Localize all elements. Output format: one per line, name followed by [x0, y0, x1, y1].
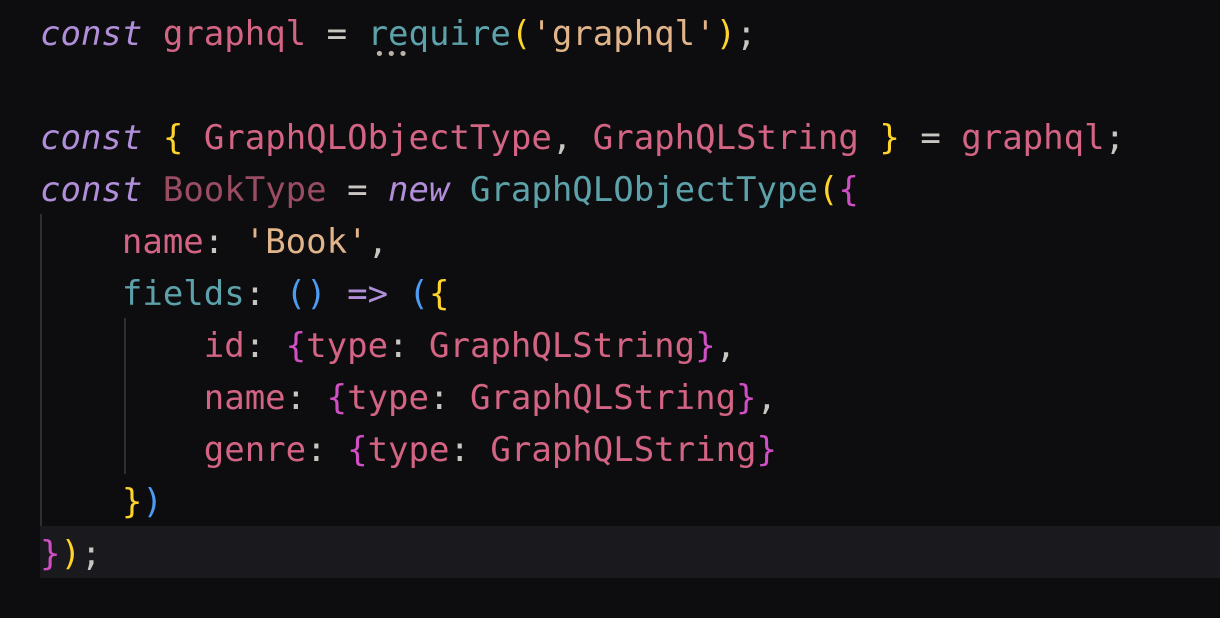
code-token: GraphQLString — [592, 118, 859, 158]
code-token: type — [306, 326, 389, 366]
code-token: ; — [80, 534, 102, 574]
code-token: graphql — [961, 118, 1105, 158]
code-token: } — [879, 118, 900, 158]
code-token: type — [347, 378, 429, 418]
code-token: = — [306, 14, 368, 54]
code-line-7[interactable]: id: {type: GraphQLString}, — [40, 320, 736, 372]
code-token: } — [736, 378, 757, 418]
code-token: { — [347, 430, 368, 470]
code-token: : — [244, 326, 286, 366]
code-token: fields — [121, 274, 245, 314]
code-line-4[interactable]: const BookType = new GraphQLObjectType({ — [40, 164, 859, 216]
code-token: : — [428, 378, 470, 418]
code-token: const — [40, 118, 143, 158]
code-editor[interactable]: const graphql = require('graphql'); const… — [0, 0, 1220, 618]
code-token: : — [449, 430, 491, 470]
code-token: type — [367, 430, 450, 470]
code-token: GraphQLString — [469, 378, 737, 418]
code-token: GraphQLString — [490, 430, 757, 470]
code-token: const — [40, 170, 143, 210]
code-token: : — [244, 274, 286, 314]
code-token: 'Book' — [244, 222, 368, 262]
code-token: new — [388, 170, 450, 210]
code-token: genre — [203, 430, 307, 470]
code-token: id — [203, 326, 245, 366]
code-token: GraphQLObjectType — [469, 170, 818, 210]
code-token: } — [40, 534, 61, 574]
code-hint-dots[interactable]: ••• — [374, 46, 410, 64]
code-token: : — [306, 430, 348, 470]
code-token: : — [203, 222, 245, 262]
code-token: () — [285, 274, 327, 314]
code-token: { — [838, 170, 859, 210]
code-token: BookType — [162, 170, 327, 210]
code-line-6[interactable]: fields: () => ({ — [40, 268, 450, 320]
code-token: = — [326, 170, 389, 210]
code-line-3[interactable]: const { GraphQLObjectType, GraphQLString… — [40, 112, 1125, 164]
code-token: name — [121, 222, 204, 262]
code-token: { — [326, 378, 348, 418]
code-token: , — [367, 222, 389, 262]
code-token: ; — [736, 14, 757, 54]
code-token: = — [899, 118, 962, 158]
code-token: , — [756, 378, 778, 418]
code-token: } — [121, 482, 143, 522]
code-token: 'graphql' — [531, 14, 716, 54]
code-token: : — [388, 326, 429, 366]
code-token: const — [40, 14, 143, 54]
code-token: : — [285, 378, 327, 418]
code-token: { — [162, 118, 184, 158]
code-token: , — [551, 118, 593, 158]
code-token: } — [756, 430, 777, 470]
code-line-5[interactable]: name: 'Book', — [40, 216, 388, 268]
current-line-highlight — [40, 526, 1220, 578]
code-token: ) — [142, 482, 163, 522]
code-line-11[interactable]: }); — [40, 528, 101, 580]
code-line-10[interactable]: }) — [40, 476, 163, 528]
code-token: ) — [60, 534, 81, 574]
code-token: ) — [715, 14, 737, 54]
code-token: ; — [1104, 118, 1126, 158]
code-token: ( — [817, 170, 839, 210]
code-token: ( — [510, 14, 532, 54]
code-token: } — [695, 326, 716, 366]
code-token: => — [347, 274, 389, 314]
code-line-8[interactable]: name: {type: GraphQLString}, — [40, 372, 777, 424]
code-token: graphql — [162, 14, 307, 54]
code-line-9[interactable]: genre: {type: GraphQLString} — [40, 424, 777, 476]
code-token: GraphQLObjectType — [203, 118, 552, 158]
code-token: ( — [408, 274, 430, 314]
code-token: { — [285, 326, 307, 366]
code-token: GraphQLString — [429, 326, 696, 366]
code-token: { — [429, 274, 450, 314]
code-token: , — [715, 326, 737, 366]
code-token: name — [203, 378, 286, 418]
